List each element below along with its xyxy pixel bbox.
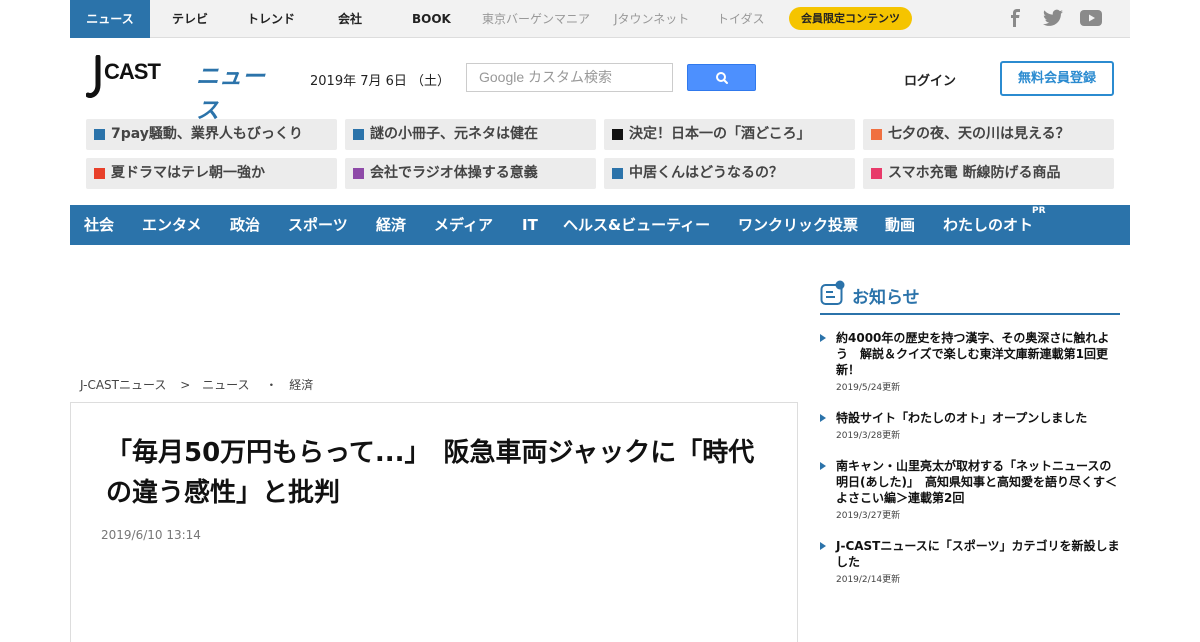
- tab-news[interactable]: ニュース: [70, 0, 150, 38]
- topic-marker: [871, 129, 882, 140]
- bullet-arrow-icon: [820, 334, 826, 342]
- topic-chip[interactable]: 中居くんはどうなるの？: [604, 158, 855, 189]
- jcast-logo[interactable]: CAST ニュース: [85, 54, 281, 124]
- topic-marker: [94, 129, 105, 140]
- notice-item-title: 南キャン・山里亮太が取材する「ネットニュースの明日(あした)」 高知県知事と高知…: [836, 459, 1117, 505]
- category-one-click-vote[interactable]: ワンクリック投票: [738, 205, 858, 245]
- bullet-arrow-icon: [820, 542, 826, 550]
- breadcrumb-separator: >: [180, 378, 191, 392]
- twitter-icon[interactable]: [1043, 9, 1063, 27]
- topic-label: 夏ドラマはテレ朝一強か: [111, 165, 265, 181]
- notice-item-date: 2019/3/27更新: [836, 511, 901, 521]
- category-media[interactable]: メディア: [434, 205, 493, 245]
- login-link[interactable]: ログイン: [904, 70, 956, 89]
- topic-chip[interactable]: 謎の小冊子、元ネタは健在: [345, 119, 596, 150]
- topic-chip[interactable]: 7pay騒動、業界人もびっくり: [86, 119, 337, 150]
- topic-label: 七夕の夜、天の川は見える？: [888, 126, 1070, 142]
- category-nav: 社会 エンタメ 政治 スポーツ 経済 メディア IT ヘルス&ビューティー ワン…: [70, 205, 1130, 245]
- category-entertainment[interactable]: エンタメ: [142, 205, 202, 245]
- topic-chip[interactable]: 会社でラジオ体操する意義: [345, 158, 596, 189]
- logo-cast-text: CAST: [104, 59, 161, 84]
- breadcrumb-section[interactable]: ニュース: [202, 378, 249, 392]
- pr-badge: PR: [1032, 206, 1046, 216]
- tab-trend[interactable]: トレンド: [247, 0, 295, 38]
- category-watashi-no-oto[interactable]: わたしのオト: [943, 205, 1033, 245]
- topic-marker: [353, 129, 364, 140]
- top-bar: ニュース テレビ トレンド 会社 BOOK 東京バーゲンマニア Jタウンネット …: [70, 0, 1130, 38]
- notice-item[interactable]: 約4000年の歴史を持つ漢字、その奥深さに触れよう 解説＆クイズで楽しむ東洋文庫…: [820, 330, 1120, 393]
- notice-item[interactable]: 特設サイト「わたしのオト」オープンしました 2019/3/28更新: [820, 410, 1120, 441]
- notice-item-date: 2019/2/14更新: [836, 575, 901, 585]
- logo-news-text: ニュース: [196, 64, 265, 124]
- breadcrumb-home[interactable]: J-CASTニュース: [80, 378, 166, 392]
- category-sports[interactable]: スポーツ: [288, 205, 348, 245]
- notice-item[interactable]: J-CASTニュースに「スポーツ」カテゴリを新設しました 2019/2/14更新: [820, 538, 1120, 585]
- facebook-icon[interactable]: [1008, 9, 1022, 27]
- topic-marker: [353, 168, 364, 179]
- topic-marker: [612, 129, 623, 140]
- category-society[interactable]: 社会: [84, 205, 114, 245]
- category-video[interactable]: 動画: [885, 205, 915, 245]
- topic-chip[interactable]: スマホ充電 断線防げる商品: [863, 158, 1114, 189]
- category-politics[interactable]: 政治: [230, 205, 260, 245]
- register-button[interactable]: 無料会員登録: [1000, 61, 1114, 96]
- article-headline: 「毎月50万円もらって...」 阪急車両ジャックに「時代の違う感性」と批判: [106, 438, 755, 508]
- notice-item[interactable]: 南キャン・山里亮太が取材する「ネットニュースの明日(あした)」 高知県知事と高知…: [820, 458, 1120, 521]
- tab-toidasu[interactable]: トイダス: [717, 0, 765, 38]
- tab-tokyo-bargain[interactable]: 東京バーゲンマニア: [482, 0, 590, 38]
- bullet-arrow-icon: [820, 462, 826, 470]
- notice-item-date: 2019/3/28更新: [836, 431, 901, 441]
- topic-label: 7pay騒動、業界人もびっくり: [111, 126, 303, 142]
- breadcrumb: J-CASTニュース > ニュース ・ 経済: [80, 376, 313, 393]
- youtube-icon[interactable]: [1080, 9, 1102, 27]
- category-economy[interactable]: 経済: [376, 205, 406, 245]
- notice-item-title: 特設サイト「わたしのオト」オープンしました: [836, 411, 1088, 425]
- topic-label: 中居くんはどうなるの？: [629, 165, 783, 181]
- topic-label: 決定！日本一の「酒どころ」: [629, 126, 811, 142]
- search-button[interactable]: [687, 64, 756, 91]
- tab-company[interactable]: 会社: [338, 0, 362, 38]
- notice-item-title: J-CASTニュースに「スポーツ」カテゴリを新設しました: [836, 539, 1120, 569]
- topic-label: スマホ充電 断線防げる商品: [888, 165, 1061, 181]
- notice-item-title: 約4000年の歴史を持つ漢字、その奥深さに触れよう 解説＆クイズで楽しむ東洋文庫…: [836, 331, 1110, 377]
- topic-marker: [94, 168, 105, 179]
- breadcrumb-separator: ・: [265, 378, 278, 392]
- topic-marker: [871, 168, 882, 179]
- category-it[interactable]: IT: [522, 205, 538, 245]
- topic-marker: [612, 168, 623, 179]
- notice-title: お知らせ: [852, 288, 920, 308]
- breadcrumb-category[interactable]: 経済: [289, 378, 313, 392]
- tab-book[interactable]: BOOK: [412, 0, 451, 38]
- bullet-arrow-icon: [820, 414, 826, 422]
- tab-tv[interactable]: テレビ: [172, 0, 208, 38]
- category-health-beauty[interactable]: ヘルス&ビューティー: [563, 205, 710, 245]
- members-content-pill[interactable]: 会員限定コンテンツ: [789, 7, 912, 30]
- notice-item-date: 2019/5/24更新: [836, 383, 901, 393]
- current-date: 2019年 7月 6日 （土）: [310, 74, 451, 89]
- search-input[interactable]: Google カスタム検索: [466, 63, 673, 92]
- topic-label: 謎の小冊子、元ネタは健在: [370, 126, 538, 142]
- topic-chip[interactable]: 決定！日本一の「酒どころ」: [604, 119, 855, 150]
- article-timestamp: 2019/6/10 13:14: [101, 528, 201, 542]
- topic-chip[interactable]: 七夕の夜、天の川は見える？: [863, 119, 1114, 150]
- topic-chip[interactable]: 夏ドラマはテレ朝一強か: [86, 158, 337, 189]
- tab-j-town[interactable]: Jタウンネット: [614, 0, 689, 38]
- notice-icon: [820, 280, 845, 305]
- topic-label: 会社でラジオ体操する意義: [370, 165, 538, 181]
- search-icon: [716, 72, 728, 84]
